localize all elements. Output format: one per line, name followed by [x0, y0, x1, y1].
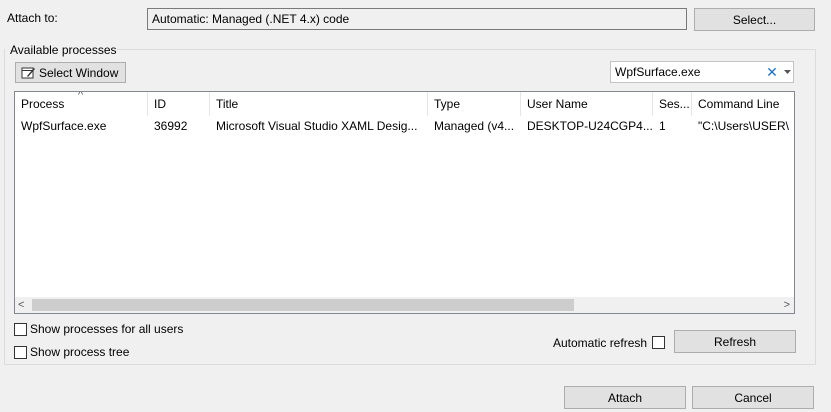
scroll-right-button[interactable]: >	[784, 297, 790, 313]
horizontal-scrollbar[interactable]: < >	[15, 297, 794, 313]
attach-to-label: Attach to:	[7, 11, 58, 25]
show-process-tree-label: Show process tree	[30, 345, 130, 359]
column-header-type[interactable]: Type	[428, 92, 521, 116]
attach-button[interactable]: Attach	[564, 386, 686, 409]
process-filter-value: WpfSurface.exe	[615, 65, 701, 79]
column-header-session[interactable]: Ses...	[653, 92, 692, 116]
group-right-border	[815, 49, 816, 364]
group-bottom-border	[4, 364, 816, 365]
column-header-title[interactable]: Title	[210, 92, 428, 116]
column-header-command-line[interactable]: Command Line	[692, 92, 794, 116]
cell-id: 36992	[154, 118, 188, 133]
select-window-button[interactable]: Select Window	[15, 62, 126, 83]
attach-to-value: Automatic: Managed (.NET 4.x) code	[152, 12, 350, 26]
automatic-refresh-label: Automatic refresh	[553, 336, 648, 350]
table-row[interactable]: WpfSurface.exe 36992 Microsoft Visual St…	[15, 116, 794, 135]
select-window-label: Select Window	[39, 65, 119, 80]
cell-user-name: DESKTOP-U24CGP4...	[527, 118, 653, 133]
scrollbar-thumb[interactable]	[32, 299, 574, 311]
select-window-icon	[21, 67, 35, 79]
available-processes-label: Available processes	[10, 43, 117, 57]
automatic-refresh-checkbox[interactable]	[652, 336, 665, 349]
attach-to-field[interactable]: Automatic: Managed (.NET 4.x) code	[147, 8, 687, 30]
column-header-id[interactable]: ID	[148, 92, 210, 116]
group-left-border	[4, 49, 5, 364]
close-icon[interactable]: ✕	[765, 64, 779, 80]
cell-title: Microsoft Visual Studio XAML Desig...	[216, 118, 418, 133]
process-list-header: ^ Process ID Title Type User Name Ses...…	[15, 92, 794, 116]
column-header-user-name[interactable]: User Name	[521, 92, 653, 116]
refresh-button[interactable]: Refresh	[674, 330, 796, 353]
show-all-users-label: Show processes for all users	[30, 322, 184, 336]
show-all-users-checkbox[interactable]	[14, 323, 27, 336]
cancel-button[interactable]: Cancel	[692, 386, 814, 409]
show-process-tree-checkbox[interactable]	[14, 346, 27, 359]
cell-session: 1	[659, 118, 666, 133]
scroll-left-button[interactable]: <	[18, 297, 24, 313]
cell-type: Managed (v4...	[434, 118, 515, 133]
cell-command-line: "C:\Users\USER\	[698, 118, 789, 133]
select-code-type-button[interactable]: Select...	[694, 8, 815, 31]
cell-process: WpfSurface.exe	[21, 118, 107, 133]
process-list[interactable]: ^ Process ID Title Type User Name Ses...…	[14, 91, 795, 314]
chevron-down-icon[interactable]	[783, 65, 792, 79]
column-header-process[interactable]: Process	[15, 92, 148, 116]
group-top-border	[117, 49, 815, 50]
